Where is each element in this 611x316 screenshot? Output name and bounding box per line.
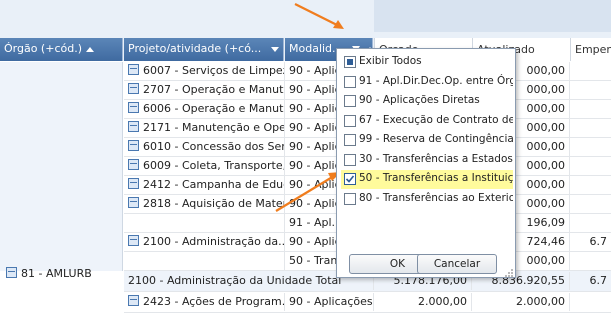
arrow-to-selected-item [275,172,341,212]
filter-option[interactable]: 90 - Aplicações Diretas [341,92,513,111]
filter-option[interactable]: 50 - Transferências a Instituições [341,170,513,189]
filter-option[interactable]: Exibir Todos [341,53,513,72]
filter-option-label: 90 - Aplicações Diretas [359,94,480,106]
resize-grip-icon[interactable] [505,267,513,277]
checkbox[interactable] [344,56,356,68]
filter-option[interactable]: 67 - Execução de Contrato de Par [341,112,513,131]
filter-option[interactable]: 80 - Transferências ao Exterior [341,190,513,209]
filter-option-label: 99 - Reserva de Contingência [359,133,513,145]
checkbox[interactable] [344,153,356,166]
checkbox[interactable] [344,134,356,146]
annotation-arrows [275,3,344,212]
filter-option-label: 67 - Execução de Contrato de Par [359,113,513,126]
checkbox[interactable] [344,95,356,107]
arrow-to-filter-icon [294,3,344,29]
filter-option-label: Exibir Todos [359,55,422,67]
checkbox[interactable] [344,192,356,205]
checkbox[interactable] [344,75,356,88]
cancel-button[interactable]: Cancelar [417,254,497,274]
filter-option-label: 91 - Apl.Dir.Dec.Op. entre Órgãos [359,74,513,87]
checkbox[interactable] [344,114,356,127]
filter-dropdown[interactable]: Exibir Todos 91 - Apl.Dir.Dec.Op. entre Ó… [336,48,516,278]
filter-option[interactable]: 91 - Apl.Dir.Dec.Op. entre Órgãos [341,73,513,92]
checkbox[interactable] [344,173,356,185]
filter-option[interactable]: 99 - Reserva de Contingência [341,131,513,150]
filter-option-label: 50 - Transferências a Instituições [359,172,513,184]
filter-option[interactable]: 30 - Transferências a Estados e ao [341,151,513,170]
filter-option-label: 30 - Transferências a Estados e ao [359,152,513,165]
filter-option-label: 80 - Transferências ao Exterior [359,191,513,204]
